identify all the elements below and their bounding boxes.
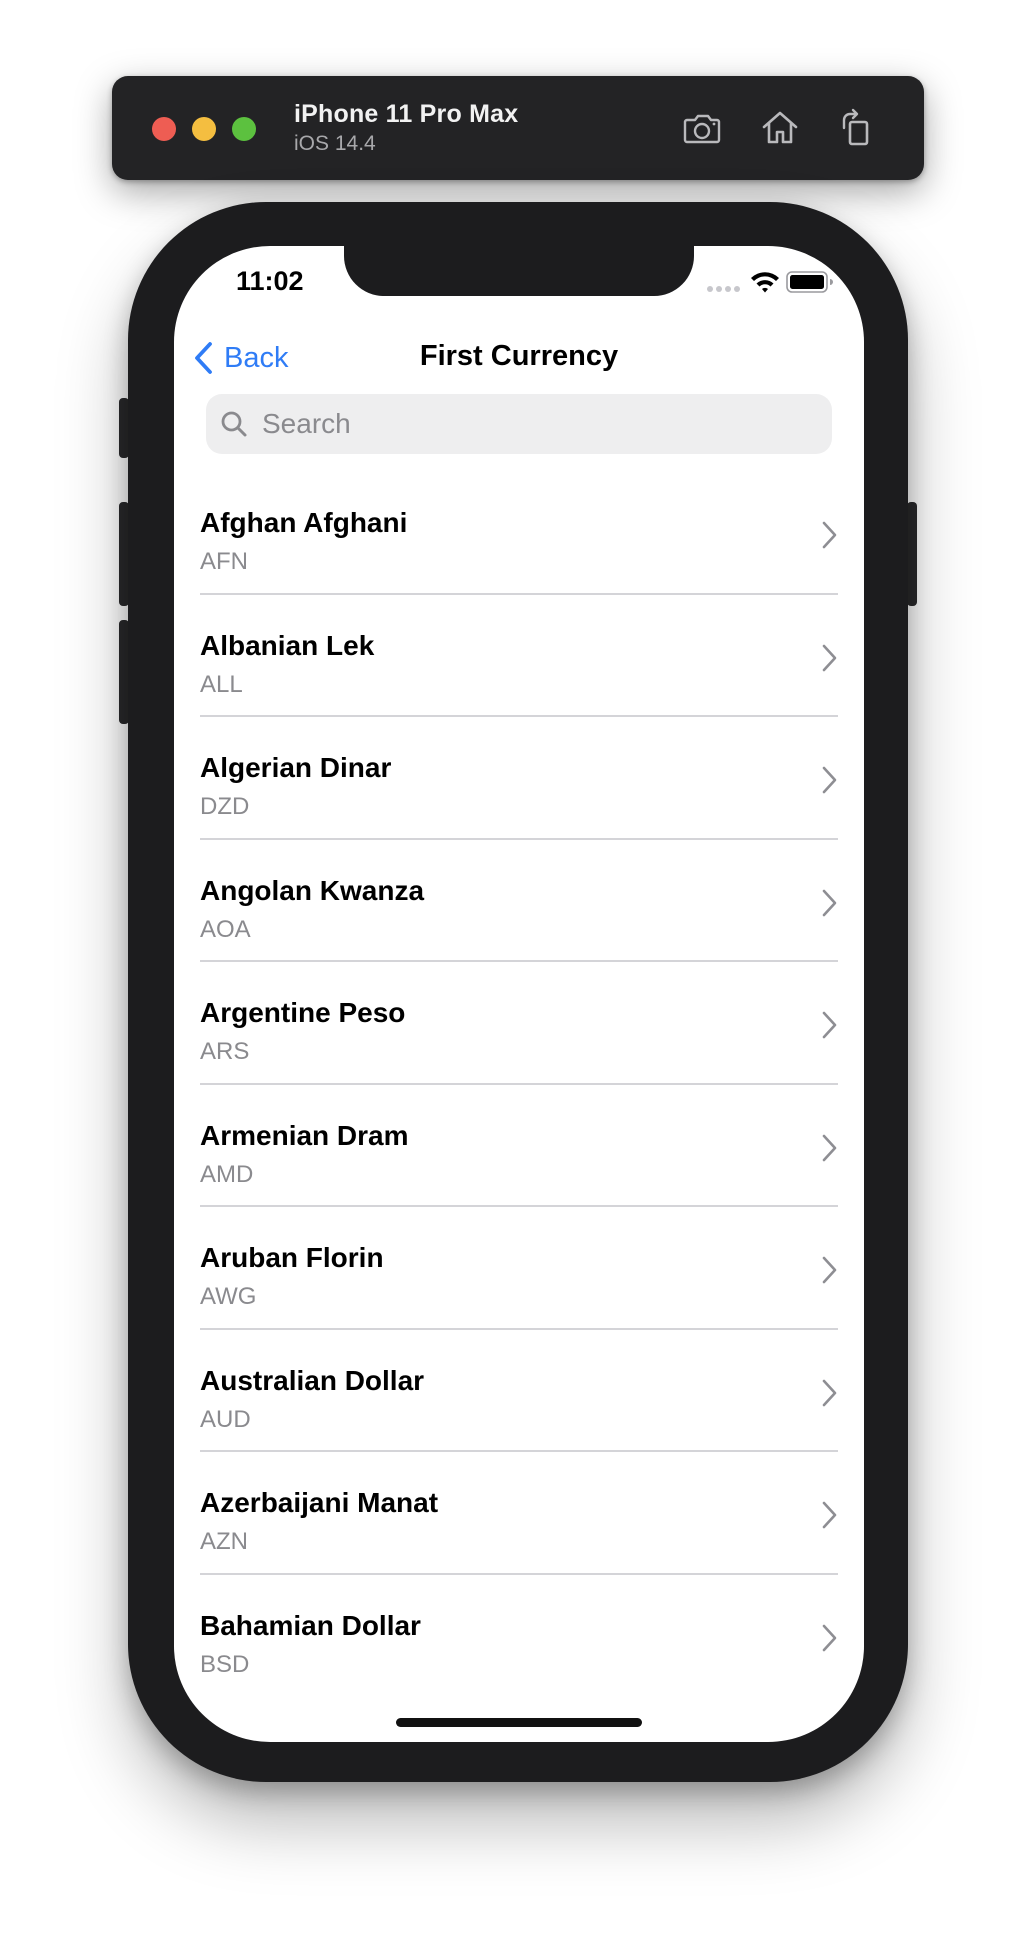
currency-list: Afghan Afghani AFN Albanian Lek ALL Alge… bbox=[174, 472, 864, 1697]
page-title: First Currency bbox=[419, 340, 619, 372]
currency-row-afn[interactable]: Afghan Afghani AFN bbox=[174, 472, 864, 595]
currency-code: ARS bbox=[200, 1038, 250, 1065]
currency-name: Bahamian Dollar bbox=[200, 1609, 421, 1641]
chevron-right-icon bbox=[822, 766, 837, 794]
simulator-os-version: iOS 14.4 bbox=[294, 132, 376, 155]
currency-name: Afghan Afghani bbox=[200, 507, 408, 538]
currency-row-aoa[interactable]: Angolan Kwanza AOA bbox=[174, 840, 864, 962]
currency-code: AZN bbox=[200, 1528, 248, 1555]
currency-name: Algerian Dinar bbox=[200, 752, 392, 783]
camera-icon bbox=[683, 114, 721, 144]
search-icon bbox=[221, 411, 247, 437]
currency-code: DZD bbox=[200, 793, 250, 820]
window-close-button[interactable] bbox=[152, 117, 176, 141]
currency-name: Angolan Kwanza bbox=[200, 874, 425, 906]
currency-name: Armenian Dram bbox=[200, 1119, 409, 1151]
currency-row-amd[interactable]: Armenian Dram AMD bbox=[174, 1085, 864, 1207]
currency-code: AUD bbox=[200, 1405, 251, 1433]
battery-icon bbox=[786, 271, 833, 293]
simulator-device-name: iPhone 11 Pro Max bbox=[294, 100, 519, 128]
currency-row-awg[interactable]: Aruban Florin AWG bbox=[174, 1207, 864, 1330]
currency-row-bsd[interactable]: Bahamian Dollar BSD bbox=[174, 1575, 864, 1698]
currency-name: Aruban Florin bbox=[200, 1242, 384, 1273]
chevron-right-icon bbox=[822, 1624, 837, 1651]
currency-code: ALL bbox=[200, 670, 243, 698]
currency-code: AWG bbox=[200, 1283, 257, 1310]
search-bar[interactable] bbox=[206, 394, 832, 454]
chevron-right-icon bbox=[822, 1501, 837, 1529]
simulator-title-bar: iPhone 11 Pro Max iOS 14.4 bbox=[112, 76, 924, 180]
search-input[interactable] bbox=[260, 407, 820, 441]
notch bbox=[344, 246, 694, 296]
home-indicator[interactable] bbox=[396, 1718, 642, 1727]
currency-code: AFN bbox=[200, 548, 248, 575]
chevron-right-icon bbox=[822, 889, 837, 916]
currency-row-all[interactable]: Albanian Lek ALL bbox=[174, 595, 864, 717]
chevron-right-icon bbox=[822, 1379, 837, 1406]
chevron-right-icon bbox=[822, 521, 837, 549]
chevron-right-icon bbox=[822, 644, 837, 671]
window-zoom-button[interactable] bbox=[232, 117, 256, 141]
currency-code: BSD bbox=[200, 1650, 250, 1678]
currency-name: Australian Dollar bbox=[200, 1364, 425, 1396]
chevron-right-icon bbox=[822, 1256, 837, 1284]
currency-code: AMD bbox=[200, 1160, 254, 1188]
currency-row-ars[interactable]: Argentine Peso ARS bbox=[174, 962, 864, 1085]
currency-code: AOA bbox=[200, 915, 251, 943]
window-minimize-button[interactable] bbox=[192, 117, 216, 141]
rotate-icon bbox=[842, 108, 869, 146]
currency-row-azn[interactable]: Azerbaijani Manat AZN bbox=[174, 1452, 864, 1575]
phone-screen: 11:02 Back First Currency Afghan Afghani… bbox=[174, 246, 864, 1742]
screenshot-button[interactable] bbox=[678, 104, 726, 152]
chevron-right-icon bbox=[822, 1011, 837, 1039]
currency-row-aud[interactable]: Australian Dollar AUD bbox=[174, 1330, 864, 1452]
currency-name: Albanian Lek bbox=[200, 629, 375, 661]
wifi-icon bbox=[751, 272, 779, 293]
currency-name: Argentine Peso bbox=[200, 997, 406, 1028]
status-time: 11:02 bbox=[236, 266, 304, 296]
power-button bbox=[907, 502, 917, 606]
chevron-right-icon bbox=[822, 1134, 837, 1161]
rotate-button[interactable] bbox=[832, 104, 880, 152]
currency-name: Azerbaijani Manat bbox=[200, 1487, 439, 1518]
currency-row-dzd[interactable]: Algerian Dinar DZD bbox=[174, 717, 864, 840]
cellular-signal-icon bbox=[707, 286, 741, 294]
home-button[interactable] bbox=[756, 104, 804, 152]
home-icon bbox=[762, 111, 798, 144]
